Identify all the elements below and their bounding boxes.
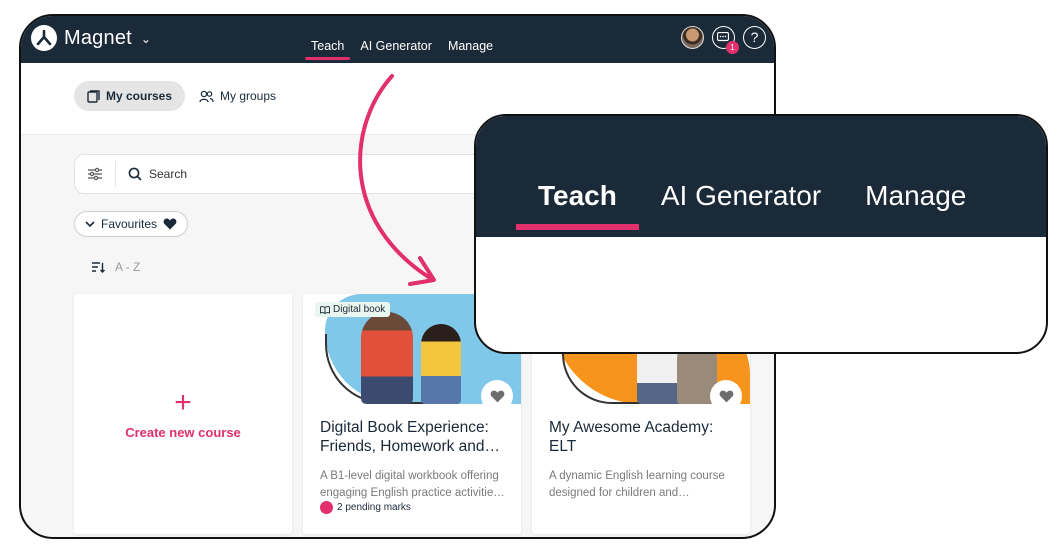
- search-divider: [115, 161, 116, 187]
- chevron-down-icon: [85, 220, 95, 227]
- favourite-button[interactable]: [481, 380, 513, 412]
- pending-marks-label: 2 pending marks: [337, 502, 411, 513]
- course-description: A dynamic English learning course design…: [549, 470, 725, 499]
- pending-marks: 2 pending marks: [320, 501, 411, 514]
- sort-control[interactable]: A - Z: [91, 260, 140, 274]
- favourites-label: Favourites: [101, 217, 158, 231]
- digital-book-tag: Digital book: [315, 302, 391, 317]
- heart-icon: [490, 390, 504, 402]
- top-bar: Magnet ⌄ Teach AI Generator Manage 1 ?: [21, 16, 774, 63]
- stage: Magnet ⌄ Teach AI Generator Manage 1 ? M: [0, 0, 1062, 549]
- notification-badge: 1: [726, 41, 739, 54]
- pending-marks-icon: [320, 501, 333, 514]
- student-illustration: [361, 312, 413, 404]
- tag-label: Digital book: [333, 304, 386, 315]
- book-icon: [87, 89, 100, 103]
- nav-teach[interactable]: Teach: [303, 16, 352, 63]
- tab-my-groups[interactable]: My groups: [186, 81, 289, 111]
- plus-icon: +: [174, 385, 192, 419]
- logo[interactable]: Magnet ⌄: [31, 25, 151, 51]
- zoom-nav-manage: Manage: [865, 180, 967, 211]
- heart-icon: [719, 390, 733, 402]
- zoom-nav-bar: Teach AI Generator Manage: [476, 116, 1046, 237]
- open-book-icon: [320, 305, 330, 314]
- course-description: A B1-level digital workbook offering eng…: [320, 470, 505, 499]
- magnet-logo-icon: [31, 25, 57, 51]
- filter-icon[interactable]: [75, 167, 115, 181]
- tab-my-groups-label: My groups: [220, 89, 277, 103]
- search-icon: [128, 167, 142, 181]
- messages-icon[interactable]: 1: [712, 26, 739, 54]
- course-title: Digital Book Experience: Friends, Homewo…: [320, 419, 501, 455]
- main-nav: Teach AI Generator Manage: [303, 16, 501, 63]
- sort-label: A - Z: [115, 260, 141, 274]
- callout-arrow: [358, 74, 436, 286]
- zoom-callout: Teach AI Generator Manage: [474, 114, 1048, 354]
- favourite-button[interactable]: [710, 380, 742, 412]
- favourites-filter[interactable]: Favourites: [74, 211, 189, 237]
- users-icon: [199, 90, 214, 102]
- zoom-nav: Teach AI Generator Manage: [516, 116, 967, 237]
- tab-my-courses-label: My courses: [106, 89, 173, 103]
- nav-manage[interactable]: Manage: [440, 16, 501, 63]
- sort-icon: [92, 262, 105, 273]
- course-title: My Awesome Academy: ELT: [549, 419, 714, 455]
- app-name: Magnet: [64, 26, 132, 49]
- zoom-nav-ai-generator: AI Generator: [660, 180, 822, 211]
- help-icon[interactable]: ?: [743, 26, 766, 49]
- create-course-label: Create new course: [125, 424, 241, 440]
- heart-icon: [163, 218, 177, 230]
- top-right-controls: 1 ?: [681, 26, 766, 54]
- avatar[interactable]: [681, 26, 704, 49]
- zoom-nav-teach: Teach: [516, 116, 639, 237]
- chevron-down-icon[interactable]: ⌄: [141, 32, 151, 46]
- search-input[interactable]: Search: [149, 167, 187, 181]
- student-illustration: [421, 324, 461, 404]
- nav-ai-generator[interactable]: AI Generator: [352, 16, 440, 63]
- tab-my-courses[interactable]: My courses: [74, 81, 186, 111]
- create-course-card[interactable]: + Create new course: [74, 294, 292, 534]
